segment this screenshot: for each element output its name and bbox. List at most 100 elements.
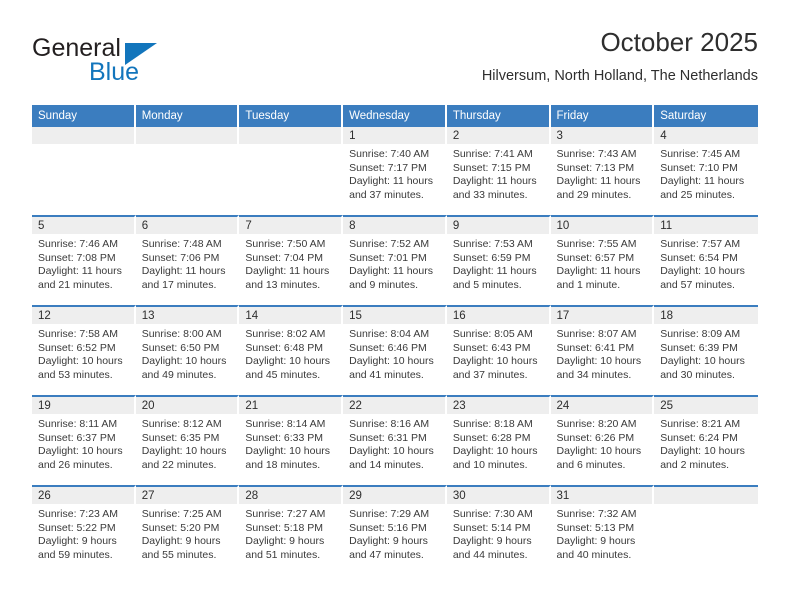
calendar-day-cell[interactable]: 27 Sunrise: 7:25 AM Sunset: 5:20 PM Dayligh… [135, 485, 240, 575]
day-number: 4 [654, 127, 758, 144]
calendar-day-cell[interactable]: 9 Sunrise: 7:53 AM Sunset: 6:59 PM Daylight… [446, 215, 551, 305]
sunrise-text: Sunrise: 8:04 AM [349, 328, 430, 340]
sunrise-text: Sunrise: 7:32 AM [556, 508, 637, 520]
title-block: October 2025 Hilversum, North Holland, T… [482, 26, 758, 86]
calendar-body: 1 Sunrise: 7:40 AM Sunset: 7:17 PM Daylight… [32, 127, 758, 575]
day-cell-inner: 26 Sunrise: 7:23 AM Sunset: 5:22 PM Dayligh… [32, 487, 134, 575]
calendar-day-cell[interactable]: 31 Sunrise: 7:32 AM Sunset: 5:13 PM Dayligh… [550, 485, 655, 575]
sunrise-text: Sunrise: 7:48 AM [141, 238, 222, 250]
day-details: Sunrise: 8:16 AM Sunset: 6:31 PM Daylight:… [343, 414, 445, 472]
calendar-day-cell[interactable]: 4 Sunrise: 7:45 AM Sunset: 7:10 PM Daylight… [654, 127, 758, 215]
day-number: 17 [550, 307, 653, 324]
calendar-day-cell[interactable]: 14 Sunrise: 8:02 AM Sunset: 6:48 PM Dayligh… [239, 305, 344, 395]
day-details: Sunrise: 7:52 AM Sunset: 7:01 PM Daylight:… [343, 234, 445, 292]
sunset-text: Sunset: 5:13 PM [556, 521, 635, 534]
calendar-day-cell[interactable]: 11 Sunrise: 7:57 AM Sunset: 6:54 PM Dayligh… [654, 215, 758, 305]
sunset-text: Sunset: 6:37 PM [38, 431, 116, 444]
calendar-day-cell[interactable]: 24 Sunrise: 8:20 AM Sunset: 6:26 PM Dayligh… [550, 395, 655, 485]
page-title: October 2025 [600, 27, 758, 57]
day-number: 13 [135, 307, 238, 324]
calendar-day-cell[interactable]: 26 Sunrise: 7:23 AM Sunset: 5:22 PM Dayligh… [32, 485, 136, 575]
sunrise-text: Sunrise: 7:50 AM [245, 238, 326, 250]
sunset-text: Sunset: 6:31 PM [349, 431, 427, 444]
sunrise-text: Sunrise: 8:20 AM [556, 418, 637, 430]
calendar-day-cell[interactable]: 25 Sunrise: 8:21 AM Sunset: 6:24 PM Dayligh… [654, 395, 758, 485]
calendar-day-cell[interactable]: 7 Sunrise: 7:50 AM Sunset: 7:04 PM Daylight… [239, 215, 344, 305]
sunset-text: Sunset: 6:59 PM [452, 251, 531, 264]
general-blue-logo[interactable]: General Blue [32, 34, 212, 92]
day-number: 2 [446, 127, 549, 144]
calendar-day-cell[interactable]: 17 Sunrise: 8:07 AM Sunset: 6:41 PM Dayligh… [550, 305, 655, 395]
day-number: 29 [343, 487, 445, 504]
sunrise-text: Sunrise: 8:07 AM [556, 328, 637, 340]
day-number [135, 127, 238, 144]
day-details: Sunrise: 7:29 AM Sunset: 5:16 PM Daylight:… [343, 504, 445, 562]
day-details: Sunrise: 7:30 AM Sunset: 5:14 PM Daylight:… [447, 504, 549, 562]
calendar-day-cell[interactable]: 21 Sunrise: 8:14 AM Sunset: 6:33 PM Dayligh… [239, 395, 344, 485]
sunrise-text: Sunrise: 7:40 AM [349, 148, 430, 160]
day-details: Sunrise: 8:07 AM Sunset: 6:41 PM Daylight:… [551, 324, 653, 382]
daylight-text: Daylight: 10 hours and 30 minutes. [660, 355, 745, 381]
sunset-text: Sunset: 7:08 PM [38, 251, 116, 264]
sunrise-text: Sunrise: 8:14 AM [245, 418, 326, 430]
calendar-day-cell[interactable]: 12 Sunrise: 7:58 AM Sunset: 6:52 PM Dayligh… [32, 305, 136, 395]
day-details: Sunrise: 7:25 AM Sunset: 5:20 PM Daylight:… [136, 504, 238, 562]
calendar-day-cell[interactable]: 15 Sunrise: 8:04 AM Sunset: 6:46 PM Dayligh… [343, 305, 447, 395]
sunset-text: Sunset: 5:14 PM [452, 521, 531, 534]
daylight-text: Daylight: 11 hours and 5 minutes. [452, 265, 537, 291]
calendar-day-cell[interactable]: 3 Sunrise: 7:43 AM Sunset: 7:13 PM Daylight… [550, 127, 655, 215]
day-details: Sunrise: 7:43 AM Sunset: 7:13 PM Daylight:… [551, 144, 653, 202]
calendar-day-cell[interactable]: 2 Sunrise: 7:41 AM Sunset: 7:15 PM Daylight… [446, 127, 551, 215]
daylight-text: Daylight: 9 hours and 44 minutes. [452, 535, 532, 561]
sunset-text: Sunset: 6:46 PM [349, 341, 427, 354]
sunset-text: Sunset: 5:20 PM [141, 521, 220, 534]
day-cell-inner: 1 Sunrise: 7:40 AM Sunset: 7:17 PM Daylight… [343, 127, 445, 215]
day-number: 25 [654, 397, 758, 414]
day-cell-inner: 6 Sunrise: 7:48 AM Sunset: 7:06 PM Daylight… [135, 217, 238, 305]
calendar-day-cell[interactable]: 18 Sunrise: 8:09 AM Sunset: 6:39 PM Dayligh… [654, 305, 758, 395]
weekday-header-cell: Tuesday [239, 105, 344, 127]
calendar-day-cell[interactable]: 1 Sunrise: 7:40 AM Sunset: 7:17 PM Daylight… [343, 127, 447, 215]
weekday-header-cell: Monday [135, 105, 240, 127]
day-number: 16 [446, 307, 549, 324]
calendar-day-cell[interactable]: 28 Sunrise: 7:27 AM Sunset: 5:18 PM Dayligh… [239, 485, 344, 575]
daylight-text: Daylight: 10 hours and 37 minutes. [452, 355, 538, 381]
day-number: 21 [239, 397, 342, 414]
calendar-day-cell[interactable]: 20 Sunrise: 8:12 AM Sunset: 6:35 PM Dayligh… [135, 395, 240, 485]
calendar-day-cell[interactable]: 22 Sunrise: 8:16 AM Sunset: 6:31 PM Dayligh… [343, 395, 447, 485]
calendar-day-cell[interactable]: 5 Sunrise: 7:46 AM Sunset: 7:08 PM Daylight… [32, 215, 136, 305]
sunset-text: Sunset: 5:18 PM [245, 521, 324, 534]
calendar-day-cell[interactable]: 19 Sunrise: 8:11 AM Sunset: 6:37 PM Dayligh… [32, 395, 136, 485]
calendar-day-cell[interactable]: 10 Sunrise: 7:55 AM Sunset: 6:57 PM Dayligh… [550, 215, 655, 305]
day-cell-inner: 14 Sunrise: 8:02 AM Sunset: 6:48 PM Dayligh… [239, 307, 342, 395]
daylight-text: Daylight: 11 hours and 17 minutes. [141, 265, 226, 291]
calendar-day-cell-empty [654, 485, 758, 575]
daylight-text: Daylight: 9 hours and 55 minutes. [141, 535, 221, 561]
day-cell-inner: 20 Sunrise: 8:12 AM Sunset: 6:35 PM Dayligh… [135, 397, 238, 485]
day-details: Sunrise: 8:04 AM Sunset: 6:46 PM Daylight:… [343, 324, 445, 382]
day-cell-inner: 19 Sunrise: 8:11 AM Sunset: 6:37 PM Dayligh… [32, 397, 134, 485]
calendar-day-cell[interactable]: 8 Sunrise: 7:52 AM Sunset: 7:01 PM Daylight… [343, 215, 447, 305]
day-details: Sunrise: 8:12 AM Sunset: 6:35 PM Daylight:… [136, 414, 238, 472]
sunset-text: Sunset: 7:10 PM [660, 161, 738, 174]
calendar-day-cell[interactable]: 16 Sunrise: 8:05 AM Sunset: 6:43 PM Dayligh… [446, 305, 551, 395]
day-details: Sunrise: 7:40 AM Sunset: 7:17 PM Daylight:… [343, 144, 445, 202]
calendar-day-cell[interactable]: 6 Sunrise: 7:48 AM Sunset: 7:06 PM Daylight… [135, 215, 240, 305]
calendar-day-cell[interactable]: 23 Sunrise: 8:18 AM Sunset: 6:28 PM Dayligh… [446, 395, 551, 485]
sunrise-text: Sunrise: 7:46 AM [38, 238, 118, 250]
daylight-text: Daylight: 9 hours and 47 minutes. [349, 535, 428, 561]
daylight-text: Daylight: 10 hours and 45 minutes. [245, 355, 331, 381]
calendar-day-cell[interactable]: 30 Sunrise: 7:30 AM Sunset: 5:14 PM Dayligh… [446, 485, 551, 575]
day-cell-inner [654, 487, 758, 575]
daylight-text: Daylight: 11 hours and 1 minute. [556, 265, 641, 291]
daylight-text: Daylight: 10 hours and 14 minutes. [349, 445, 434, 471]
sunset-text: Sunset: 6:43 PM [452, 341, 531, 354]
daylight-text: Daylight: 9 hours and 51 minutes. [245, 535, 325, 561]
sunrise-text: Sunrise: 8:12 AM [141, 418, 222, 430]
day-details: Sunrise: 7:55 AM Sunset: 6:57 PM Daylight:… [551, 234, 653, 292]
daylight-text: Daylight: 10 hours and 57 minutes. [660, 265, 745, 291]
calendar-day-cell[interactable]: 13 Sunrise: 8:00 AM Sunset: 6:50 PM Dayligh… [135, 305, 240, 395]
day-details: Sunrise: 8:02 AM Sunset: 6:48 PM Daylight:… [239, 324, 341, 382]
day-cell-inner: 2 Sunrise: 7:41 AM Sunset: 7:15 PM Daylight… [446, 127, 549, 215]
calendar-day-cell[interactable]: 29 Sunrise: 7:29 AM Sunset: 5:16 PM Dayligh… [343, 485, 447, 575]
